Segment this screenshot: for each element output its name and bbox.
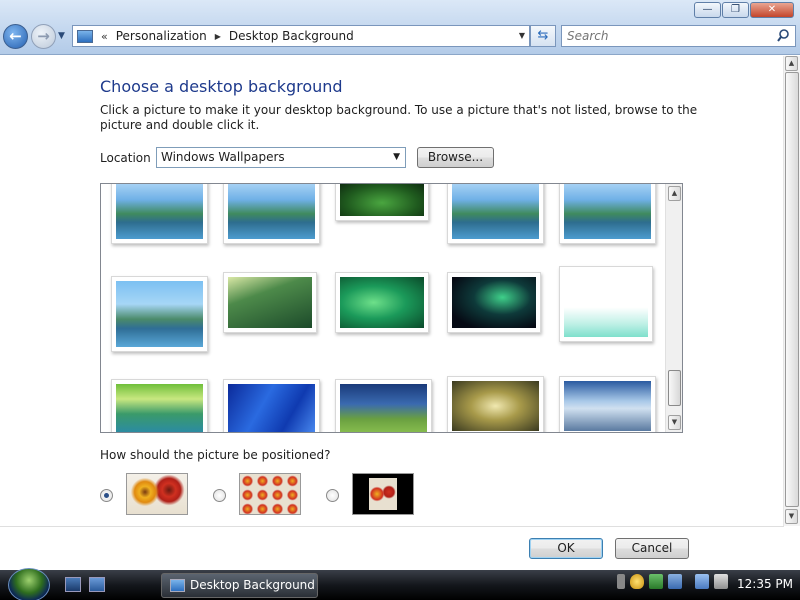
search-input[interactable] <box>567 26 767 46</box>
forward-arrow-icon: → <box>37 27 50 45</box>
tray-chevron-icon[interactable] <box>617 574 625 589</box>
wallpaper-gallery[interactable]: ▲ ▼ <box>100 183 683 433</box>
browse-button[interactable]: Browse... <box>417 147 494 168</box>
wallpaper-thumbnail[interactable] <box>559 184 656 244</box>
wallpaper-thumbnail[interactable] <box>447 272 541 333</box>
forward-button[interactable]: → <box>31 24 56 49</box>
start-button[interactable] <box>8 568 50 600</box>
search-box[interactable] <box>561 25 796 47</box>
window-scrollbar[interactable]: ▲ ▼ <box>783 56 800 526</box>
taskbar-item-label: Desktop Background <box>190 578 315 592</box>
windows-defender-icon[interactable] <box>668 574 682 589</box>
chevron-down-icon[interactable]: ▼ <box>393 148 400 167</box>
wallpaper-image <box>452 381 539 431</box>
minimize-button[interactable]: — <box>694 2 721 18</box>
breadcrumb-personalization[interactable]: Personalization <box>116 29 207 43</box>
window-scrollbar-thumb[interactable] <box>785 72 799 507</box>
position-tile-preview[interactable] <box>239 473 301 515</box>
wallpaper-thumbnail[interactable] <box>335 184 429 221</box>
network-icon[interactable] <box>695 574 709 589</box>
wallpaper-thumbnail[interactable] <box>447 376 544 432</box>
wallpaper-image <box>116 281 203 347</box>
breadcrumb-overflow[interactable]: « <box>101 30 108 43</box>
window-controls: — ❐ ✕ <box>694 2 794 18</box>
show-desktop-icon[interactable] <box>65 577 81 592</box>
page-description: Click a picture to make it your desktop … <box>100 103 698 132</box>
window-scroll-down-button[interactable]: ▼ <box>785 509 798 524</box>
scroll-up-button[interactable]: ▲ <box>668 186 681 201</box>
system-tray <box>617 574 728 589</box>
scrollbar-thumb[interactable] <box>668 370 681 406</box>
window-titlebar: — ❐ ✕ ← → ▼ « Personalization ▶ Desktop … <box>0 0 800 55</box>
wallpaper-thumbnail[interactable] <box>111 184 208 244</box>
taskbar-clock[interactable]: 12:35 PM <box>737 577 793 591</box>
position-tile-radio[interactable] <box>213 489 226 502</box>
wallpaper-thumbnail[interactable] <box>223 184 320 244</box>
position-fill-radio[interactable] <box>100 489 113 502</box>
wallpaper-thumbnail[interactable] <box>335 379 432 432</box>
taskbar-item-desktop-background[interactable]: Desktop Background <box>161 573 318 598</box>
wallpaper-thumbnail[interactable] <box>111 379 208 432</box>
volume-muted-icon[interactable] <box>714 574 728 589</box>
wallpaper-thumbnail[interactable] <box>335 272 429 333</box>
control-panel-icon <box>170 579 185 592</box>
gallery-scrollbar[interactable]: ▲ ▼ <box>665 184 682 432</box>
location-value: Windows Wallpapers <box>161 150 285 164</box>
wallpaper-image <box>116 384 203 432</box>
breadcrumb-separator-icon[interactable]: ▶ <box>215 32 221 41</box>
position-fill-preview[interactable] <box>126 473 188 515</box>
breadcrumb-desktop-background[interactable]: Desktop Background <box>229 29 354 43</box>
wallpaper-image <box>564 271 648 337</box>
update-icon[interactable] <box>649 574 663 589</box>
position-center-radio[interactable] <box>326 489 339 502</box>
refresh-icon: ⇆ <box>537 28 549 43</box>
close-button[interactable]: ✕ <box>750 2 794 18</box>
back-button[interactable]: ← <box>3 24 28 49</box>
wallpaper-image <box>452 277 536 328</box>
wallpaper-image <box>452 184 539 239</box>
location-label: Location <box>100 151 151 165</box>
wallpaper-thumbnail[interactable] <box>447 184 544 244</box>
recent-pages-dropdown[interactable]: ▼ <box>58 31 65 41</box>
refresh-button[interactable]: ⇆ <box>530 25 556 47</box>
location-select[interactable]: Windows Wallpapers ▼ <box>156 147 406 168</box>
scroll-down-button[interactable]: ▼ <box>668 415 681 430</box>
footer-divider <box>0 526 784 527</box>
wallpaper-image <box>340 184 424 216</box>
wallpaper-image <box>340 384 427 432</box>
wallpaper-thumbnail[interactable] <box>223 379 320 432</box>
cancel-button[interactable]: Cancel <box>615 538 689 559</box>
switch-windows-icon[interactable] <box>89 577 105 592</box>
wallpaper-image <box>228 384 315 432</box>
wallpaper-image <box>116 184 203 239</box>
wallpaper-image <box>564 381 651 431</box>
security-shield-icon[interactable] <box>630 574 644 589</box>
wallpaper-thumbnail[interactable] <box>559 376 656 432</box>
search-icon[interactable] <box>777 29 790 43</box>
address-dropdown-icon[interactable]: ▼ <box>519 31 525 40</box>
position-center-preview[interactable] <box>352 473 414 515</box>
maximize-button[interactable]: ❐ <box>722 2 749 18</box>
wallpaper-thumbnail[interactable] <box>111 276 208 352</box>
wallpaper-thumbnail[interactable] <box>223 272 317 333</box>
wallpaper-thumbnail[interactable] <box>559 266 653 342</box>
wallpaper-image <box>228 277 312 328</box>
window-scroll-up-button[interactable]: ▲ <box>785 56 798 71</box>
address-bar[interactable]: « Personalization ▶ Desktop Background ▼ <box>72 25 530 47</box>
ok-button[interactable]: OK <box>529 538 603 559</box>
position-question: How should the picture be positioned? <box>100 448 331 462</box>
wallpaper-image <box>340 277 424 328</box>
wallpaper-image <box>564 184 651 239</box>
wallpaper-image <box>228 184 315 239</box>
page-title: Choose a desktop background <box>100 77 343 96</box>
back-arrow-icon: ← <box>9 27 22 45</box>
control-panel-icon <box>77 29 93 43</box>
